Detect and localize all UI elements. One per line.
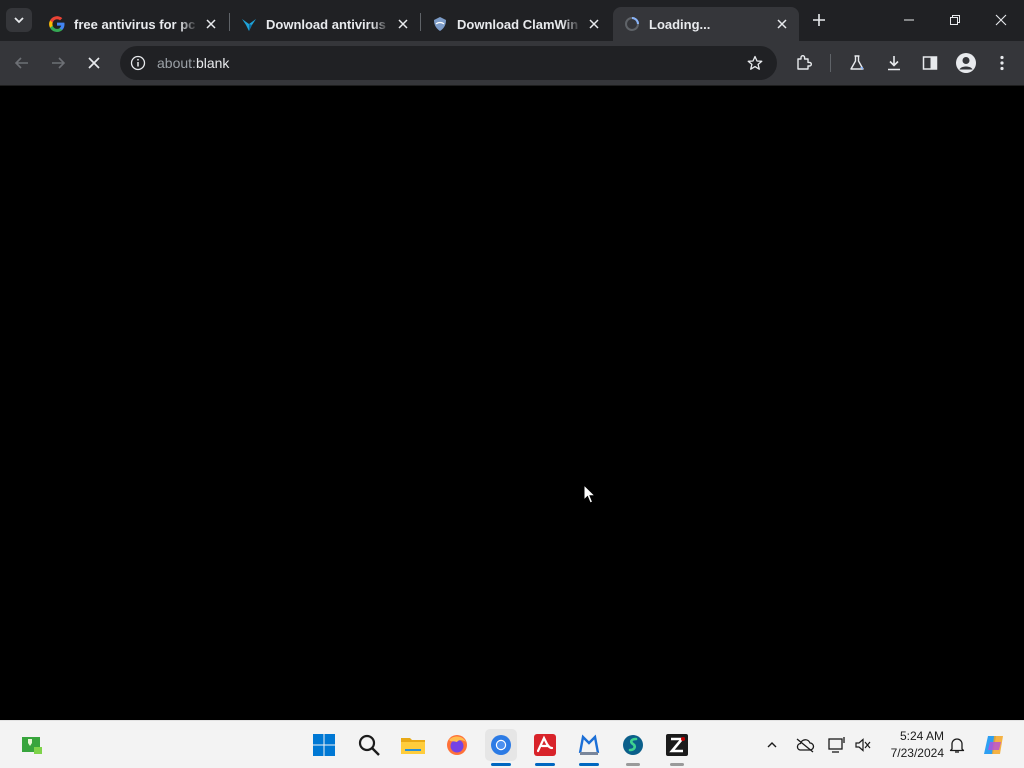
app-s-button[interactable] [617, 729, 649, 766]
cloud-offline-icon [796, 738, 815, 753]
download-icon [888, 56, 900, 71]
loading-spinner-icon [623, 15, 641, 33]
tab-google-search[interactable]: free antivirus for pc - Google Search [38, 7, 228, 41]
copilot-icon [984, 736, 1003, 754]
page-content[interactable] [0, 87, 1024, 720]
download-arrow-icon [240, 15, 258, 33]
clamwin-shield-icon [431, 15, 449, 33]
more-vertical-icon [1000, 55, 1004, 71]
malwarebytes-icon [578, 734, 600, 755]
tab-loading[interactable]: Loading... [613, 7, 799, 41]
side-panel-button[interactable] [919, 52, 941, 74]
stop-loading-button[interactable] [80, 49, 108, 77]
clock[interactable]: 5:24 AM 7/23/2024 [874, 728, 944, 762]
running-indicator [535, 763, 555, 766]
close-tab-icon[interactable] [202, 15, 220, 33]
running-indicator [579, 763, 599, 766]
firefox-icon [447, 735, 467, 755]
speaker-muted-icon [855, 738, 871, 752]
flask-icon [850, 55, 864, 70]
chrome-button[interactable] [485, 729, 517, 766]
tab-title: Download antivirus software [266, 16, 390, 32]
close-icon [995, 14, 1007, 26]
tab-title: free antivirus for pc - Google Search [74, 16, 198, 32]
minimize-button[interactable] [886, 0, 932, 40]
app-s-icon [623, 735, 643, 755]
tab-title: Download ClamWin Free Antivirus [457, 16, 581, 32]
arrow-right-icon [52, 57, 66, 69]
widgets-icon [22, 737, 42, 754]
windows-logo-icon [313, 734, 335, 756]
search-icon [358, 734, 380, 756]
onedrive-button[interactable] [793, 733, 817, 757]
running-indicator [491, 763, 511, 766]
search-button[interactable] [353, 729, 385, 761]
avira-button[interactable] [529, 729, 561, 766]
forward-button[interactable] [44, 49, 72, 77]
bell-icon [949, 738, 965, 753]
side-panel-icon [922, 56, 938, 70]
tab-search-button[interactable] [6, 8, 32, 32]
google-g-icon [48, 15, 66, 33]
network-button[interactable] [825, 733, 849, 757]
tab-clamwin[interactable]: Download ClamWin Free Antivirus [421, 7, 611, 41]
running-indicator [626, 763, 640, 766]
close-tab-icon[interactable] [394, 15, 412, 33]
labs-button[interactable] [846, 52, 868, 74]
clock-time: 5:24 AM [899, 729, 944, 743]
downloads-button[interactable] [883, 52, 905, 74]
avira-icon [534, 734, 556, 756]
browser-toolbar: about:blank [0, 41, 1024, 86]
tab-title: Loading... [649, 16, 711, 32]
url-path: blank [195, 55, 230, 71]
bookmark-star-icon[interactable] [745, 53, 765, 73]
toolbar-separator [830, 54, 831, 72]
restore-icon [950, 15, 960, 25]
folder-icon [401, 738, 425, 754]
windows-taskbar: 5:24 AM 7/23/2024 [0, 720, 1024, 768]
url-scheme: about: [157, 55, 196, 71]
firefox-button[interactable] [441, 729, 473, 761]
running-indicator [670, 763, 684, 766]
plus-icon [813, 14, 825, 26]
chevron-up-icon [767, 742, 777, 748]
clock-date: 7/23/2024 [890, 746, 944, 760]
back-button[interactable] [8, 49, 36, 77]
menu-button[interactable] [991, 52, 1013, 74]
widgets-button[interactable] [16, 729, 48, 761]
extensions-button[interactable] [793, 52, 815, 74]
close-tab-icon[interactable] [585, 15, 603, 33]
notifications-button[interactable] [945, 733, 969, 757]
file-explorer-button[interactable] [397, 729, 429, 761]
close-tab-icon[interactable] [773, 15, 791, 33]
url-text[interactable]: about:blank [157, 55, 229, 71]
chevron-down-icon [14, 17, 24, 24]
avatar-icon [956, 53, 976, 73]
chrome-icon [491, 735, 511, 755]
monitor-network-icon [828, 737, 845, 753]
address-bar[interactable]: about:blank [120, 46, 777, 80]
start-button[interactable] [308, 729, 340, 761]
mouse-pointer-icon [583, 484, 597, 504]
malwarebytes-button[interactable] [573, 729, 605, 766]
filezilla-icon [666, 734, 688, 756]
restore-button[interactable] [932, 0, 978, 40]
filezilla-button[interactable] [661, 729, 693, 766]
show-hidden-icons-button[interactable] [760, 733, 784, 757]
browser-tab-strip: free antivirus for pc - Google Search Do… [0, 0, 1024, 41]
new-tab-button[interactable] [808, 9, 830, 31]
arrow-left-icon [14, 57, 28, 69]
minimize-icon [904, 19, 914, 21]
puzzle-icon [797, 55, 812, 70]
copilot-button[interactable] [980, 733, 1008, 757]
profile-button[interactable] [955, 52, 977, 74]
page-info-icon[interactable] [128, 53, 148, 73]
volume-button[interactable] [851, 733, 875, 757]
close-window-button[interactable] [978, 0, 1024, 40]
close-icon [88, 57, 100, 69]
tab-download-antivirus[interactable]: Download antivirus software [230, 7, 420, 41]
